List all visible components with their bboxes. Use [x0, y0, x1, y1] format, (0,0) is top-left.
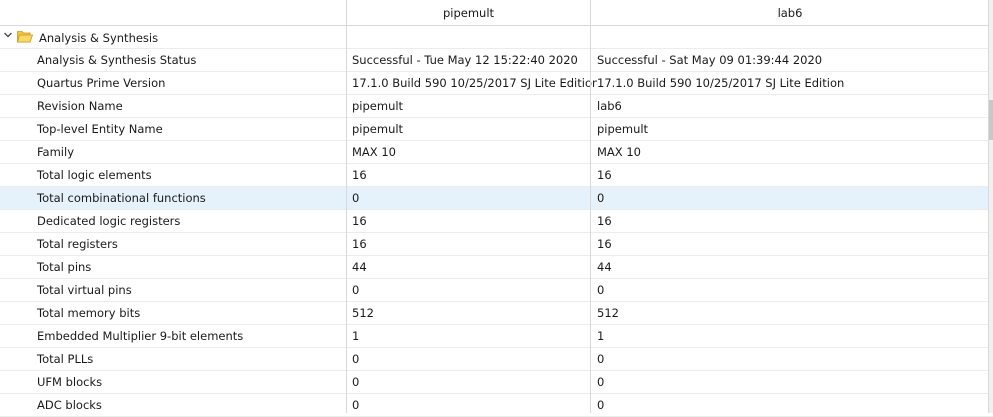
vertical-scrollbar[interactable]	[989, 0, 993, 413]
row-value-pipemult: 1	[352, 329, 360, 343]
row-label: Total registers	[37, 237, 118, 251]
chevron-down-icon[interactable]	[2, 30, 14, 44]
table-row[interactable]: Total PLLs 0 0	[0, 348, 993, 371]
header-cell-pipemult[interactable]: pipemult	[346, 0, 591, 25]
row-value-lab6: 512	[597, 306, 619, 320]
row-value-pipemult: 17.1.0 Build 590 10/25/2017 SJ Lite Edit…	[352, 76, 597, 90]
column-divider[interactable]	[590, 0, 591, 413]
row-value-lab6: Successful - Sat May 09 01:39:44 2020	[597, 53, 823, 67]
table-row[interactable]: ADC blocks 0 0	[0, 394, 993, 417]
row-value-pipemult: Successful - Tue May 12 15:22:40 2020	[352, 53, 578, 67]
row-value-pipemult: 0	[352, 375, 360, 389]
group-label: Analysis & Synthesis	[39, 31, 159, 45]
row-label: Total combinational functions	[37, 191, 206, 205]
row-value-pipemult: 16	[352, 168, 367, 182]
row-value-pipemult: 0	[352, 352, 360, 366]
row-value-lab6: 0	[597, 283, 605, 297]
table-row[interactable]: Total combinational functions 0 0	[0, 187, 993, 210]
row-value-pipemult: MAX 10	[352, 145, 396, 159]
table-row[interactable]: Total registers 16 16	[0, 233, 993, 256]
table-row[interactable]: Embedded Multiplier 9-bit elements 1 1	[0, 325, 993, 348]
row-label: UFM blocks	[37, 375, 103, 389]
row-label: Dedicated logic registers	[37, 214, 181, 228]
table-row[interactable]: Dedicated logic registers 16 16	[0, 210, 993, 233]
table-body: Analysis & Synthesis Status Successful - …	[0, 49, 993, 417]
row-label: Family	[37, 145, 75, 159]
row-label: Total virtual pins	[37, 283, 132, 297]
row-value-lab6: pipemult	[597, 122, 649, 136]
header-cell-item[interactable]	[0, 0, 346, 25]
group-cell-c1	[346, 26, 591, 48]
table-row[interactable]: Top-level Entity Name pipemult pipemult	[0, 118, 993, 141]
row-value-lab6: 16	[597, 237, 612, 251]
row-label: Total PLLs	[37, 352, 94, 366]
row-value-lab6: 1	[597, 329, 605, 343]
table-row[interactable]: Total logic elements 16 16	[0, 164, 993, 187]
row-value-pipemult: 0	[352, 283, 360, 297]
row-label: Analysis & Synthesis Status	[37, 53, 197, 67]
row-value-lab6: 0	[597, 191, 605, 205]
table-row[interactable]: Family MAX 10 MAX 10	[0, 141, 993, 164]
row-label: Embedded Multiplier 9-bit elements	[37, 329, 244, 343]
table-row[interactable]: Revision Name pipemult lab6	[0, 95, 993, 118]
row-value-lab6: MAX 10	[597, 145, 641, 159]
row-label: Total logic elements	[37, 168, 152, 182]
row-value-pipemult: pipemult	[352, 99, 404, 113]
table-row[interactable]: Quartus Prime Version 17.1.0 Build 590 10…	[0, 72, 993, 95]
table-row[interactable]: Total memory bits 512 512	[0, 302, 993, 325]
row-label: Total pins	[37, 260, 92, 274]
row-label: Quartus Prime Version	[37, 76, 166, 90]
row-value-lab6: 16	[597, 168, 612, 182]
row-value-pipemult: pipemult	[352, 122, 404, 136]
row-label: Top-level Entity Name	[37, 122, 163, 136]
row-value-lab6: 0	[597, 375, 605, 389]
row-value-lab6: lab6	[597, 99, 622, 113]
header-cell-lab6[interactable]: lab6	[591, 0, 989, 25]
table-row[interactable]: UFM blocks 0 0	[0, 371, 993, 394]
folder-open-icon	[16, 30, 34, 43]
table-header: pipemult lab6	[0, 0, 993, 26]
column-divider[interactable]	[346, 0, 347, 413]
table-row[interactable]: Analysis & Synthesis Status Successful - …	[0, 49, 993, 72]
table-row[interactable]: Total virtual pins 0 0	[0, 279, 993, 302]
row-value-lab6: 44	[597, 260, 612, 274]
group-cell-c2	[591, 26, 989, 48]
table-row[interactable]: Total pins 44 44	[0, 256, 993, 279]
scrollbar-thumb[interactable]	[989, 100, 993, 140]
row-value-lab6: 17.1.0 Build 590 10/25/2017 SJ Lite Edit…	[597, 76, 845, 90]
row-value-lab6: 16	[597, 214, 612, 228]
row-value-lab6: 0	[597, 352, 605, 366]
row-label: Revision Name	[37, 99, 123, 113]
row-value-pipemult: 0	[352, 191, 360, 205]
group-row-analysis-synthesis[interactable]: Analysis & Synthesis	[0, 26, 993, 49]
row-value-pipemult: 16	[352, 214, 367, 228]
row-value-pipemult: 512	[352, 306, 374, 320]
row-value-pipemult: 16	[352, 237, 367, 251]
row-label: Total memory bits	[37, 306, 141, 320]
comparison-table: pipemult lab6 Analysis & Synthesis Analy…	[0, 0, 993, 417]
row-value-pipemult: 44	[352, 260, 367, 274]
